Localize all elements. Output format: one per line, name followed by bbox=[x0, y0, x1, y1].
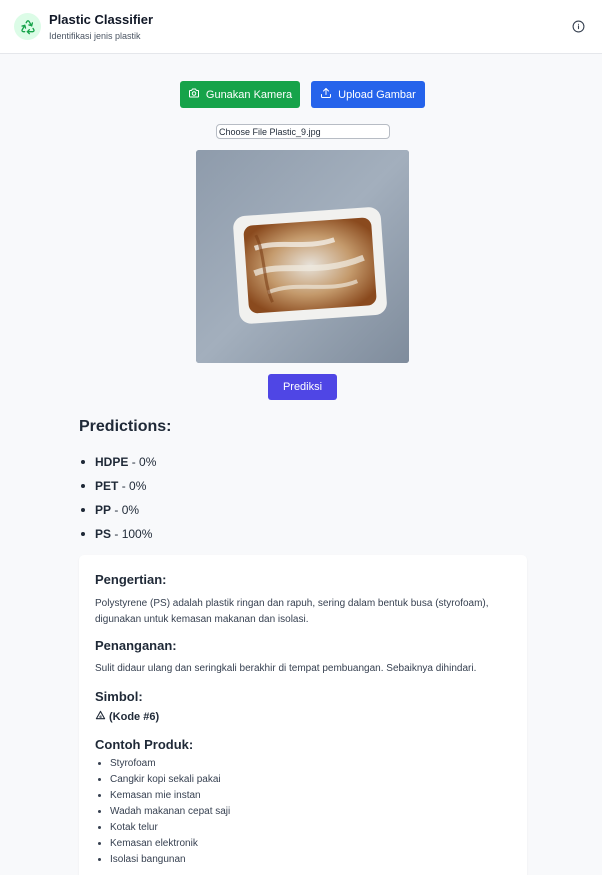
bullet bbox=[81, 508, 85, 512]
bullet bbox=[98, 809, 101, 813]
bullet bbox=[81, 484, 85, 488]
bullet bbox=[98, 777, 101, 781]
file-name: Plastic_9.jpg bbox=[269, 126, 321, 137]
camera-button-label: Gunakan Kamera bbox=[205, 88, 293, 101]
prediction-item: PP - 0% bbox=[79, 498, 156, 522]
product-item: Kotak telur bbox=[95, 819, 230, 835]
pengertian-text: Polystyrene (PS) adalah plastik ringan d… bbox=[95, 598, 489, 625]
product-name: Isolasi bangunan bbox=[110, 853, 186, 865]
file-input[interactable]: Choose File Plastic_9.jpg bbox=[216, 124, 390, 139]
recycle-symbol-icon: 6 bbox=[95, 710, 106, 724]
product-name: Kemasan elektronik bbox=[110, 837, 198, 849]
predictions-title: Predictions: bbox=[79, 418, 172, 435]
product-item: Wadah makanan cepat saji bbox=[95, 803, 230, 819]
prediction-value: - 0% bbox=[121, 479, 147, 493]
upload-button-label: Upload Gambar bbox=[338, 88, 416, 101]
predict-button[interactable]: Prediksi bbox=[268, 374, 337, 400]
prediction-class: PS bbox=[95, 527, 112, 541]
product-item: Kemasan elektronik bbox=[95, 835, 230, 851]
product-item: Kemasan mie instan bbox=[95, 787, 230, 803]
contoh-heading: Contoh Produk: bbox=[95, 737, 194, 752]
camera-button[interactable]: Gunakan Kamera bbox=[180, 81, 300, 108]
app-title: Plastic Classifier bbox=[49, 12, 154, 27]
prediction-item: PET - 0% bbox=[79, 474, 156, 498]
product-item: Isolasi bangunan bbox=[95, 851, 230, 867]
simbol-code: (Kode #6) bbox=[109, 711, 160, 723]
product-name: Kemasan mie instan bbox=[110, 789, 201, 801]
bullet bbox=[81, 460, 85, 464]
image-preview bbox=[196, 150, 409, 363]
prediction-class: HDPE bbox=[95, 455, 129, 469]
prediction-value: - 100% bbox=[114, 527, 153, 541]
simbol-heading: Simbol: bbox=[95, 689, 143, 704]
product-item: Cangkir kopi sekali pakai bbox=[95, 771, 230, 787]
bullet bbox=[98, 825, 101, 829]
bullet bbox=[98, 857, 101, 861]
prediction-item: PS - 100% bbox=[79, 522, 156, 546]
bullet bbox=[98, 841, 101, 845]
pengertian-heading: Pengertian: bbox=[95, 572, 167, 587]
app-header: Plastic Classifier Identifikasi jenis pl… bbox=[0, 0, 602, 54]
app-subtitle: Identifikasi jenis plastik bbox=[49, 31, 141, 41]
product-name: Kotak telur bbox=[110, 821, 158, 833]
product-list: Styrofoam Cangkir kopi sekali pakai Kema… bbox=[95, 755, 230, 867]
choose-file-button[interactable]: Choose File bbox=[219, 127, 267, 137]
prediction-class: PP bbox=[95, 503, 112, 517]
prediction-item: HDPE - 0% bbox=[79, 450, 156, 474]
product-name: Cangkir kopi sekali pakai bbox=[110, 773, 221, 785]
prediction-value: - 0% bbox=[114, 503, 140, 517]
prediction-value: - 0% bbox=[131, 455, 157, 469]
recycle-code: 6 (Kode #6) bbox=[95, 710, 159, 724]
product-item: Styrofoam bbox=[95, 755, 230, 771]
product-name: Wadah makanan cepat saji bbox=[110, 805, 231, 817]
bullet bbox=[81, 532, 85, 536]
upload-button[interactable]: Upload Gambar bbox=[311, 81, 425, 108]
bullet bbox=[98, 793, 101, 797]
recycle-icon bbox=[14, 13, 41, 40]
camera-icon bbox=[188, 87, 200, 102]
predictions-list: HDPE - 0% PET - 0% PP - 0% PS - 100% bbox=[79, 450, 156, 546]
penanganan-heading: Penanganan: bbox=[95, 638, 177, 653]
info-icon[interactable] bbox=[571, 19, 585, 33]
plastic-info-card: Pengertian: Polystyrene (PS) adalah plas… bbox=[79, 555, 527, 875]
product-name: Styrofoam bbox=[110, 757, 156, 769]
upload-icon bbox=[320, 87, 332, 102]
bullet bbox=[98, 761, 101, 765]
prediction-class: PET bbox=[95, 479, 119, 493]
penanganan-text: Sulit didaur ulang dan seringkali berakh… bbox=[95, 663, 477, 674]
